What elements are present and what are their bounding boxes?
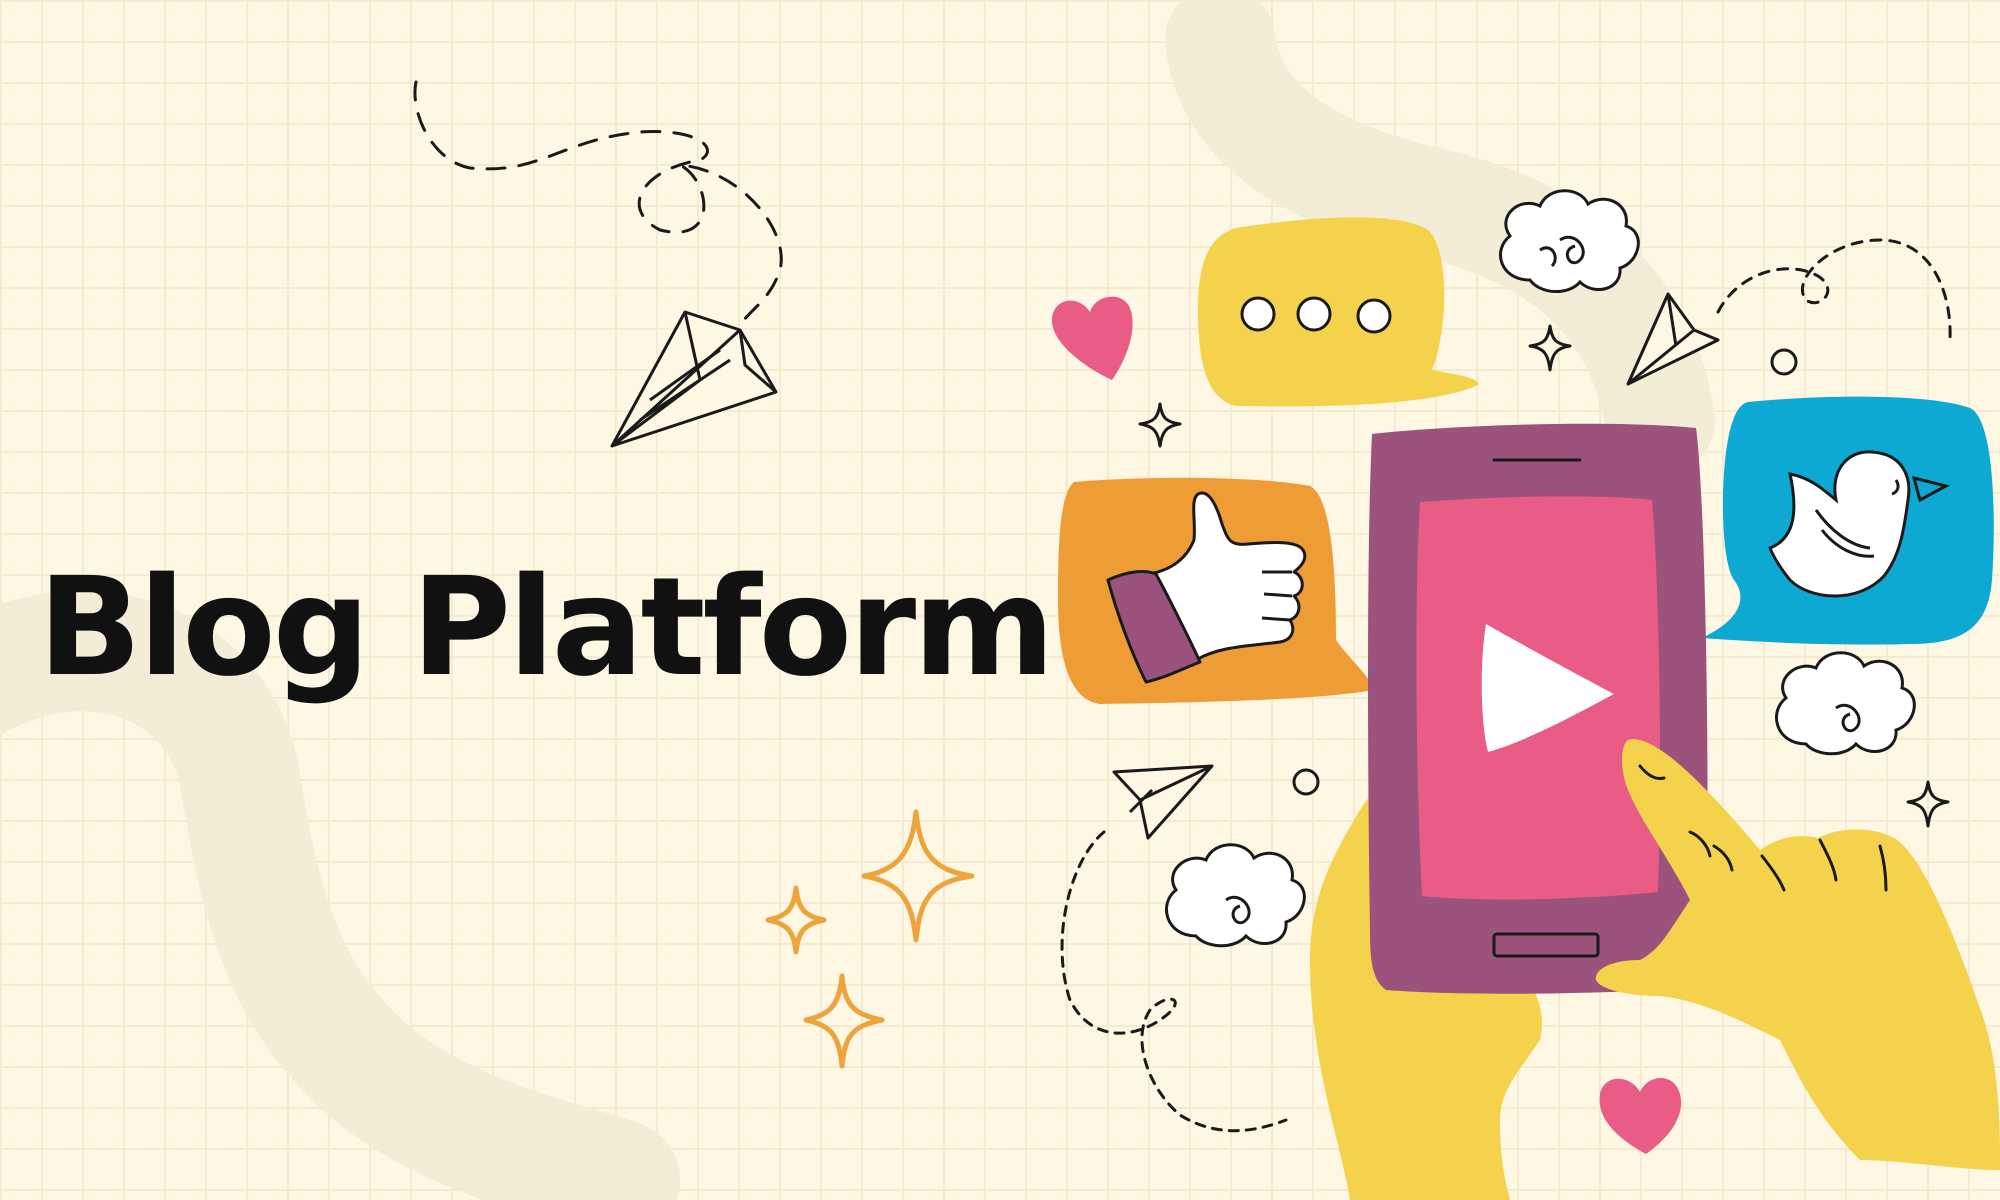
- cloud-icon: [1165, 843, 1306, 948]
- sparkle-icon: [861, 809, 975, 943]
- dashed-flight-path-right: [1716, 238, 1952, 342]
- heart-icon: [1051, 296, 1133, 380]
- thumbs-up-icon: [1058, 477, 1374, 704]
- paper-plane-icon: [610, 310, 778, 448]
- smartphone-icon: [1368, 423, 1708, 994]
- paper-plane-icon: [1112, 764, 1214, 840]
- sparkle-icon: [765, 885, 827, 955]
- illustration: [413, 80, 2000, 1200]
- paper-plane-icon: [1626, 292, 1720, 386]
- sparkle-icon: [1528, 324, 1572, 372]
- bubble-dot-icon: [1770, 348, 1798, 376]
- cloud-icon: [1499, 189, 1640, 293]
- sparkle-icon: [1138, 402, 1182, 448]
- heart-icon: [1599, 1078, 1682, 1154]
- dashed-flight-path-top: [413, 80, 783, 327]
- chat-bubble-icon: [1198, 217, 1479, 407]
- cloud-icon: [1775, 651, 1916, 756]
- bird-icon: [1702, 396, 1994, 645]
- banner-canvas: Blog Platform: [0, 0, 2000, 1200]
- bubble-dot-icon: [1292, 768, 1320, 796]
- sparkle-icon: [1906, 780, 1950, 828]
- sparkle-icon: [803, 973, 885, 1069]
